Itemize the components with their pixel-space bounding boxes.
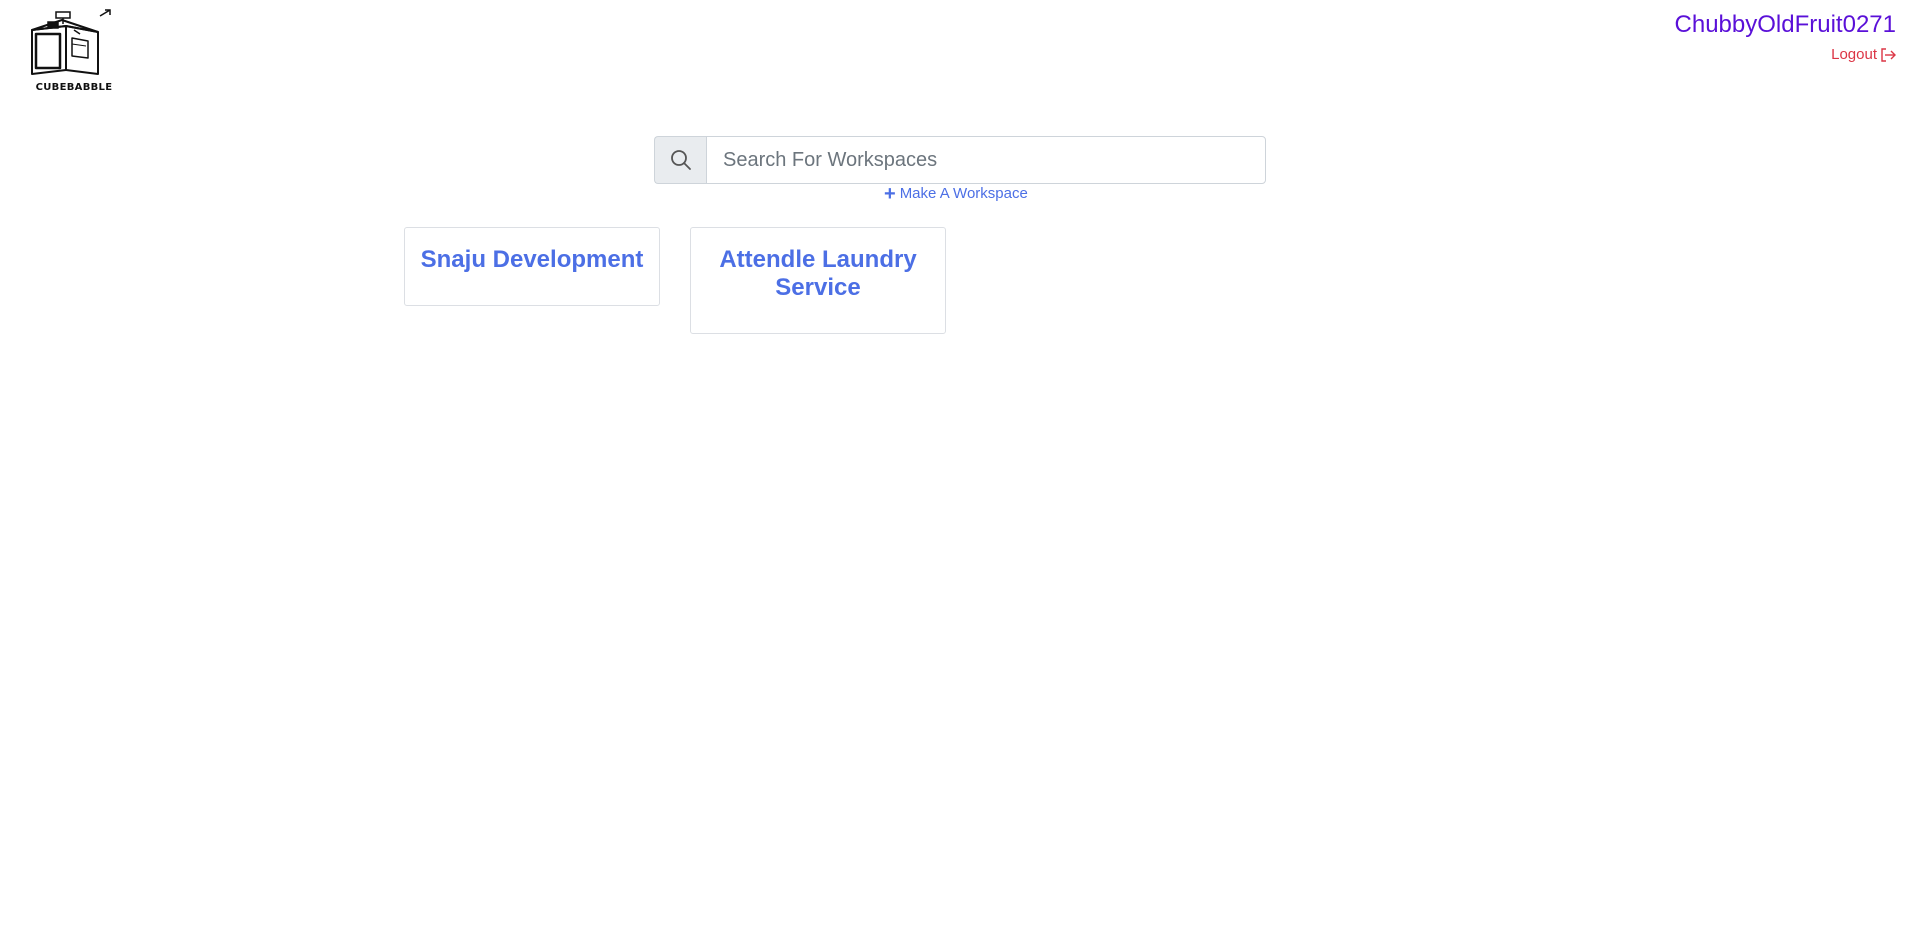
search-button[interactable] <box>654 136 706 184</box>
plus-icon: + <box>884 182 896 205</box>
brand-name: CUBEBABBLE <box>35 82 113 93</box>
username: ChubbyOldFruit0271 <box>1674 11 1896 38</box>
logout-link[interactable]: Logout <box>1831 46 1896 64</box>
workspace-search <box>654 136 1266 184</box>
logout-label: Logout <box>1831 46 1877 63</box>
logout-icon <box>1881 48 1896 62</box>
workspace-card-title: Attendle Laundry Service <box>719 246 917 301</box>
workspaces-page: CUBEBABBLE ChubbyOldFruit0271 Logout + M… <box>0 0 1911 926</box>
cube-logo-icon <box>31 9 111 75</box>
logo[interactable]: CUBEBABBLE <box>26 8 122 100</box>
workspace-card[interactable]: Attendle Laundry Service <box>690 227 946 334</box>
workspace-card-title: Snaju Development <box>420 246 644 273</box>
user-area: ChubbyOldFruit0271 Logout <box>1675 10 1896 64</box>
search-input[interactable] <box>706 136 1266 184</box>
workspace-card[interactable]: Snaju Development <box>404 227 660 306</box>
make-workspace-link[interactable]: + Make A Workspace <box>884 182 1028 205</box>
search-icon <box>670 150 691 170</box>
make-workspace-label: Make A Workspace <box>899 185 1028 202</box>
